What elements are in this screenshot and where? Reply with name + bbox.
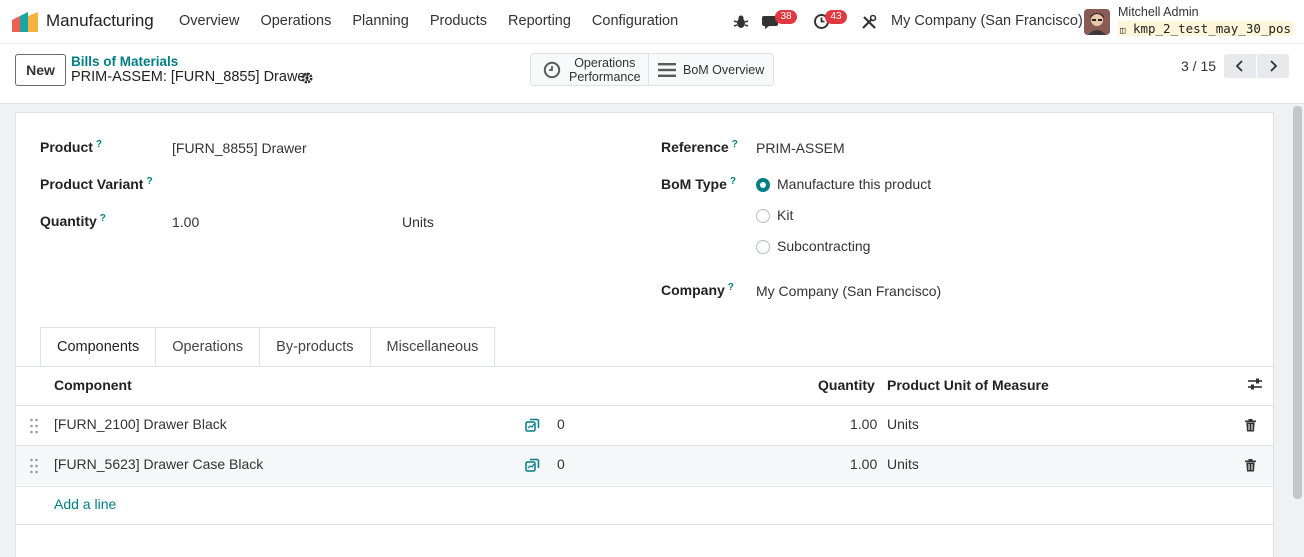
database-name: ◫ kmp_2_test_may_30_pos: [1118, 21, 1293, 36]
product-variant-field[interactable]: [172, 176, 602, 194]
menu-reporting[interactable]: Reporting: [508, 13, 571, 29]
bom-type-manufacture-radio[interactable]: [756, 178, 770, 192]
table-footer-divider: [16, 524, 1273, 525]
quantity-uom-field[interactable]: Units: [402, 214, 434, 230]
scrollbar-thumb[interactable]: [1293, 106, 1302, 499]
user-name[interactable]: Mitchell Admin: [1118, 5, 1199, 19]
table-divider: [16, 486, 1273, 487]
bom-type-subcontracting-label[interactable]: Subcontracting: [777, 238, 870, 254]
column-header-component[interactable]: Component: [54, 377, 132, 393]
product-variant-label: Product Variant?: [40, 176, 153, 192]
forecast-icon[interactable]: [525, 458, 540, 473]
gear-icon[interactable]: [300, 71, 314, 85]
pager-next-button[interactable]: [1257, 54, 1289, 78]
bom-overview-label: BoM Overview: [683, 62, 765, 77]
database-icon: ◫: [1120, 26, 1126, 36]
company-switcher[interactable]: My Company (San Francisco): [891, 13, 1083, 29]
column-settings-icon[interactable]: [1247, 377, 1263, 391]
smart-button-line2: Performance: [569, 69, 641, 84]
tab-by-products[interactable]: By-products: [260, 327, 371, 367]
forecast-cell: 0: [557, 416, 565, 432]
bom-type-subcontracting-radio[interactable]: [756, 240, 770, 254]
quantity-cell[interactable]: 1.00: [850, 456, 877, 472]
app-name[interactable]: Manufacturing: [46, 11, 154, 31]
tab-components[interactable]: Components: [40, 327, 157, 367]
help-icon[interactable]: ?: [732, 139, 738, 150]
drag-handle-icon[interactable]: [29, 418, 39, 434]
bom-type-manufacture-label[interactable]: Manufacture this product: [777, 176, 931, 192]
company-field[interactable]: My Company (San Francisco): [756, 283, 941, 299]
forecast-cell: 0: [557, 456, 565, 472]
trash-icon[interactable]: [1245, 419, 1256, 432]
trash-icon[interactable]: [1245, 459, 1256, 472]
menu-products[interactable]: Products: [430, 13, 487, 29]
notebook-tabs: Components Operations By-products Miscel…: [40, 327, 496, 367]
uom-cell[interactable]: Units: [887, 456, 919, 472]
manufacturing-app-icon[interactable]: [12, 12, 38, 32]
tab-operations[interactable]: Operations: [156, 327, 261, 367]
table-row[interactable]: [FURN_2100] Drawer Black 0 1.00 Units: [16, 405, 1273, 445]
help-icon[interactable]: ?: [96, 139, 102, 150]
column-header-uom[interactable]: Product Unit of Measure: [887, 377, 1049, 393]
top-navbar: Manufacturing Overview Operations Planni…: [0, 0, 1304, 44]
user-avatar[interactable]: [1084, 9, 1110, 35]
tools-icon[interactable]: [861, 14, 877, 30]
bom-type-kit-label[interactable]: Kit: [777, 207, 793, 223]
form-sheet: Product? [FURN_8855] Drawer Product Vari…: [15, 112, 1275, 557]
add-a-line-link[interactable]: Add a line: [54, 496, 116, 512]
component-cell[interactable]: [FURN_5623] Drawer Case Black: [54, 456, 263, 472]
quantity-label: Quantity?: [40, 213, 106, 229]
messages-badge: 38: [775, 10, 797, 24]
quantity-cell[interactable]: 1.00: [850, 416, 877, 432]
reference-label: Reference?: [661, 139, 738, 155]
drag-handle-icon[interactable]: [29, 458, 39, 474]
reference-field[interactable]: PRIM-ASSEM: [756, 140, 845, 156]
pager-previous-button[interactable]: [1224, 54, 1256, 78]
chevron-left-icon: [1235, 60, 1243, 72]
breadcrumb-current-record: PRIM-ASSEM: [FURN_8855] Drawer: [71, 69, 311, 85]
operations-performance-button[interactable]: Operations Performance: [530, 53, 649, 86]
bug-icon[interactable]: [733, 14, 749, 30]
database-label: kmp_2_test_may_30_pos: [1132, 21, 1291, 36]
component-cell[interactable]: [FURN_2100] Drawer Black: [54, 416, 227, 432]
new-button[interactable]: New: [15, 54, 66, 86]
tab-miscellaneous[interactable]: Miscellaneous: [370, 327, 496, 367]
menu-planning[interactable]: Planning: [352, 13, 408, 29]
uom-cell[interactable]: Units: [887, 416, 919, 432]
pager-value[interactable]: 3 / 15: [1181, 58, 1216, 74]
bom-type-label: BoM Type?: [661, 176, 736, 192]
quantity-field[interactable]: 1.00: [172, 214, 199, 230]
menu-configuration[interactable]: Configuration: [592, 13, 678, 29]
help-icon[interactable]: ?: [100, 213, 106, 224]
product-label: Product?: [40, 139, 102, 155]
smart-button-line1: Operations: [574, 55, 636, 70]
bom-overview-button[interactable]: BoM Overview: [648, 53, 774, 86]
product-field[interactable]: [FURN_8855] Drawer: [172, 140, 307, 156]
table-row[interactable]: [FURN_5623] Drawer Case Black 0 1.00 Uni…: [16, 445, 1273, 485]
help-icon[interactable]: ?: [730, 176, 736, 187]
bom-type-kit-radio[interactable]: [756, 209, 770, 223]
bars-icon: [658, 62, 676, 77]
breadcrumb-bills-of-materials[interactable]: Bills of Materials: [71, 54, 178, 69]
company-label: Company?: [661, 282, 734, 298]
tabs-divider: [16, 366, 1275, 367]
main-menu: Overview Operations Planning Products Re…: [179, 13, 699, 29]
help-icon[interactable]: ?: [728, 282, 734, 293]
menu-operations[interactable]: Operations: [260, 13, 331, 29]
column-header-quantity[interactable]: Quantity: [818, 377, 875, 393]
control-panel: New Bills of Materials PRIM-ASSEM: [FURN…: [0, 44, 1304, 104]
help-icon[interactable]: ?: [146, 176, 152, 187]
activities-badge: 43: [825, 10, 847, 24]
forecast-icon[interactable]: [525, 418, 540, 433]
chevron-right-icon: [1270, 60, 1278, 72]
menu-overview[interactable]: Overview: [179, 13, 239, 29]
clock-icon: [543, 61, 561, 78]
